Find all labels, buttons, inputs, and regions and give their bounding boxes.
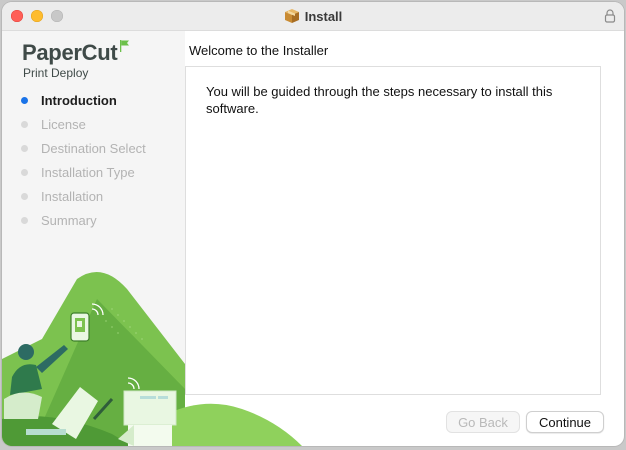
continue-button[interactable]: Continue — [526, 411, 604, 433]
papercut-logo: PaperCut Print Deploy — [22, 40, 129, 80]
title-bar: Install — [2, 2, 624, 31]
step-label: Installation — [41, 188, 104, 204]
step-installation: Installation — [20, 184, 146, 208]
step-label: Installation Type — [41, 164, 135, 180]
lock-icon — [604, 9, 616, 23]
page-heading: Welcome to the Installer — [189, 43, 329, 58]
window-title-group: Install — [2, 2, 624, 30]
step-summary: Summary — [20, 208, 146, 232]
logo-wordmark: PaperCut — [22, 40, 118, 65]
step-introduction: Introduction — [20, 88, 146, 112]
go-back-button[interactable]: Go Back — [446, 411, 520, 433]
step-label: Introduction — [41, 92, 117, 108]
intro-text: You will be guided through the steps nec… — [206, 84, 553, 116]
step-license: License — [20, 112, 146, 136]
step-dot — [21, 168, 28, 176]
step-dot — [21, 216, 28, 224]
step-dot — [21, 96, 28, 104]
sidebar: PaperCut Print Deploy Introduction Licen… — [2, 31, 302, 446]
step-label: Destination Select — [41, 140, 146, 156]
package-icon — [284, 9, 299, 23]
step-dot — [21, 192, 28, 200]
step-destination-select: Destination Select — [20, 136, 146, 160]
step-dot — [21, 144, 28, 152]
logo-flag-icon — [120, 40, 129, 52]
installer-window: Install PaperCut Print Deploy Introducti… — [2, 2, 624, 446]
step-installation-type: Installation Type — [20, 160, 146, 184]
content-panel: You will be guided through the steps nec… — [185, 66, 601, 395]
window-title: Install — [304, 8, 343, 24]
installer-steps: Introduction License Destination Select … — [20, 88, 146, 232]
logo-subtitle: Print Deploy — [23, 66, 89, 80]
step-label: Summary — [41, 212, 97, 228]
step-label: License — [41, 116, 86, 132]
step-dot — [21, 120, 28, 128]
